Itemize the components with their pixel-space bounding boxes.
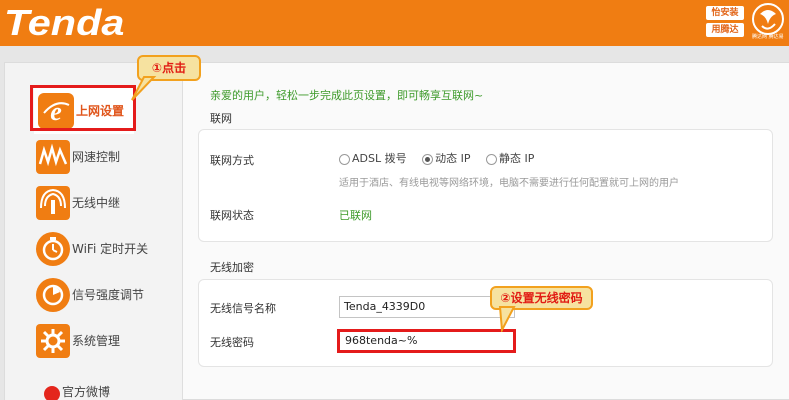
gear-icon	[36, 324, 70, 358]
radio-static-ip[interactable]: 静态 IP	[485, 152, 534, 166]
sidebar-item-signal-strength[interactable]: 信号强度调节	[0, 272, 178, 318]
wan-status-label: 联网状态	[210, 209, 254, 222]
sidebar-item-speed-control[interactable]: 网速控制	[0, 134, 178, 180]
header-badge-bottom: 用腾达	[706, 23, 744, 37]
radio-dynamic-ip[interactable]: 动态 IP	[422, 152, 470, 166]
signal-strength-icon	[36, 278, 70, 312]
ssid-input[interactable]: Tenda_4339D0	[339, 296, 515, 318]
sidebar-item-label: WiFi 定时开关	[72, 242, 149, 256]
sidebar-item-wifi-timer[interactable]: WiFi 定时开关	[0, 226, 178, 272]
tenda-logo: Tenda	[4, 2, 125, 43]
sidebar-item-label: 信号强度调节	[72, 288, 145, 302]
weibo-icon	[44, 386, 60, 400]
sidebar-item-label: 无线中继	[72, 196, 121, 210]
callout-step1-pointer-icon	[131, 76, 157, 101]
wan-mode-radio-group: ADSL 拨号 动态 IP 静态 IP	[339, 152, 546, 166]
header-badges: 怡安装 用腾达	[706, 6, 744, 40]
sidebar-item-label: 网速控制	[72, 150, 121, 164]
top-header: Tenda 怡安装 用腾达 腾达网 腾达易	[0, 0, 789, 46]
header-badge-top: 怡安装	[706, 6, 744, 20]
sidebar-item-wireless-relay[interactable]: 无线中继	[0, 180, 178, 226]
wan-mode-hint: 适用于酒店、有线电视等网络环境，电脑不需要进行任何配置就可上网的用户	[339, 178, 679, 189]
wireless-card	[198, 279, 773, 367]
weibo-link[interactable]: 官方微博	[62, 383, 110, 400]
highlight-box-step1	[30, 85, 136, 131]
radio-adsl[interactable]: ADSL 拨号	[339, 152, 407, 166]
sidebar-item-system-management[interactable]: 系统管理	[0, 318, 178, 364]
callout-step2-pointer-icon	[498, 306, 516, 332]
wifi-timer-icon	[36, 232, 70, 266]
wan-status-value: 已联网	[339, 209, 372, 222]
password-label: 无线密码	[210, 336, 254, 349]
section-title-wan: 联网	[210, 112, 232, 125]
section-title-wireless: 无线加密	[210, 261, 254, 274]
wifi-relay-icon	[36, 186, 70, 220]
brand-emblem-caption: 腾达网 腾达易	[752, 34, 784, 40]
speed-wave-icon	[36, 140, 70, 174]
wan-mode-label: 联网方式	[210, 154, 254, 167]
ssid-label: 无线信号名称	[210, 302, 276, 315]
sidebar-item-label: 系统管理	[72, 334, 121, 348]
intro-text: 亲爱的用户，轻松一步完成此页设置，即可畅享互联网~	[210, 89, 484, 102]
password-input[interactable]: 968tenda~%	[337, 329, 516, 353]
